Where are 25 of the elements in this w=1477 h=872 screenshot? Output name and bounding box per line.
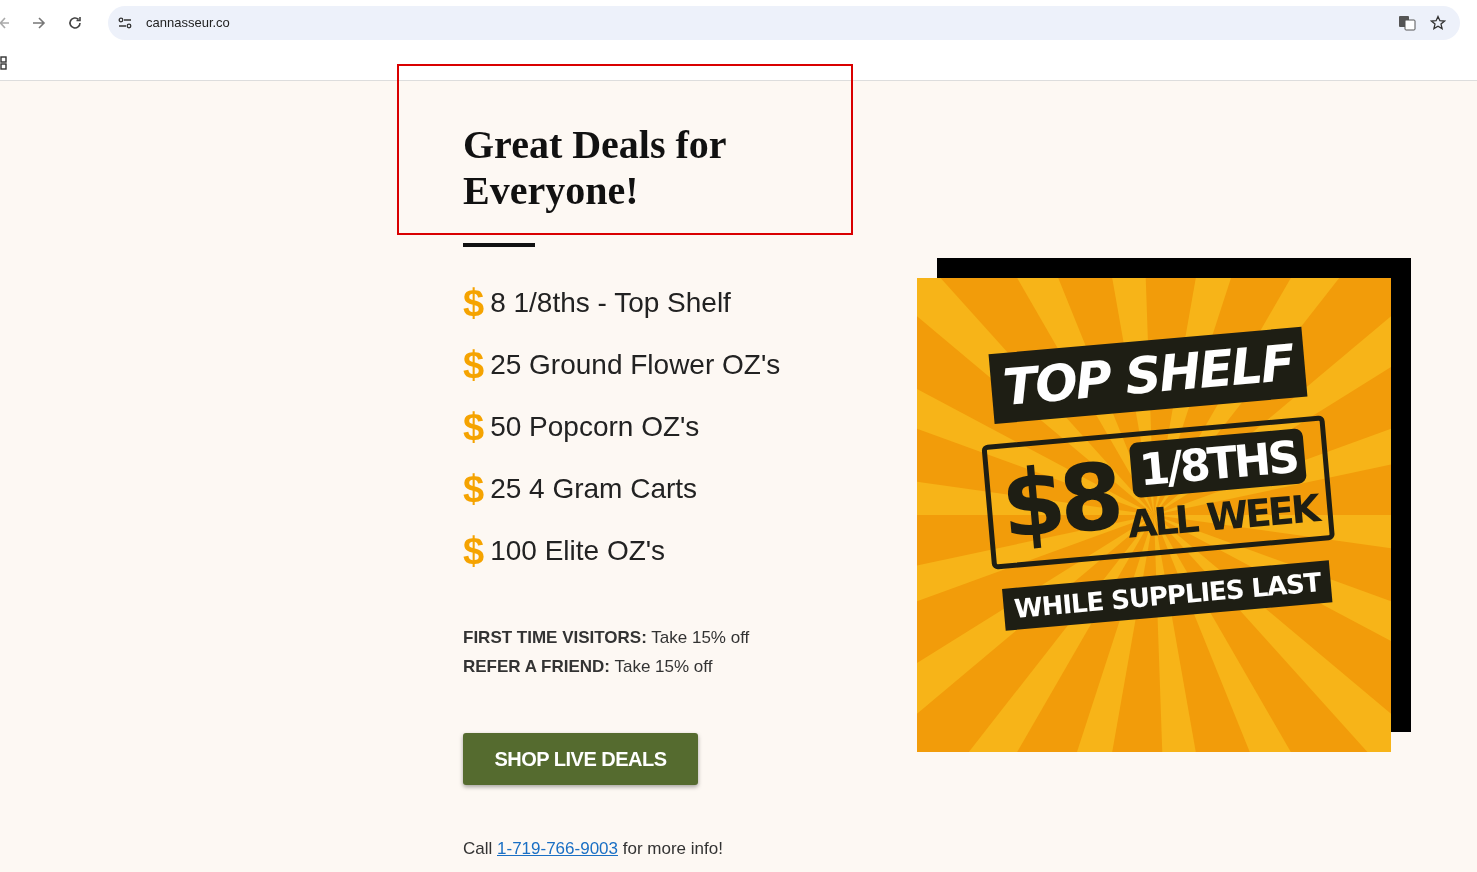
ad-price: $8 xyxy=(996,442,1122,560)
dollar-sign: $ xyxy=(463,529,485,573)
deal-text: 25 Ground Flower OZ's xyxy=(490,349,781,381)
site-settings-icon[interactable] xyxy=(118,16,132,29)
heading: Great Deals for Everyone! xyxy=(463,122,727,214)
url-text: cannasseur.co xyxy=(146,15,230,30)
contact-text: Call 1-719-766-9003 for more info! xyxy=(463,839,724,859)
promo-text: REFER A FRIEND: Take 15% off xyxy=(463,656,714,677)
apps-icon[interactable] xyxy=(0,55,7,70)
dollar-sign: $ xyxy=(463,467,485,511)
dollar-sign: $ xyxy=(463,343,485,387)
star-icon[interactable] xyxy=(1430,14,1446,31)
phone-link[interactable]: 1-719-766-9003 xyxy=(497,839,618,858)
address-bar[interactable]: cannasseur.co xyxy=(108,5,1460,40)
deal-text: 50 Popcorn OZ's xyxy=(490,411,700,443)
translate-icon[interactable] xyxy=(1398,14,1416,31)
shop-button[interactable]: SHOP LIVE DEALS xyxy=(463,733,698,785)
dollar-sign: $ xyxy=(463,281,485,325)
forward-icon[interactable] xyxy=(32,15,46,30)
deal-text: 8 1/8ths - Top Shelf xyxy=(490,287,731,319)
reload-icon[interactable] xyxy=(68,15,82,30)
promo-text: FIRST TIME VISITORS: Take 15% off xyxy=(463,627,751,648)
dollar-sign: $ xyxy=(463,405,485,449)
deal-text: 100 Elite OZ's xyxy=(490,535,666,567)
deal-text: 25 4 Gram Carts xyxy=(490,473,698,505)
